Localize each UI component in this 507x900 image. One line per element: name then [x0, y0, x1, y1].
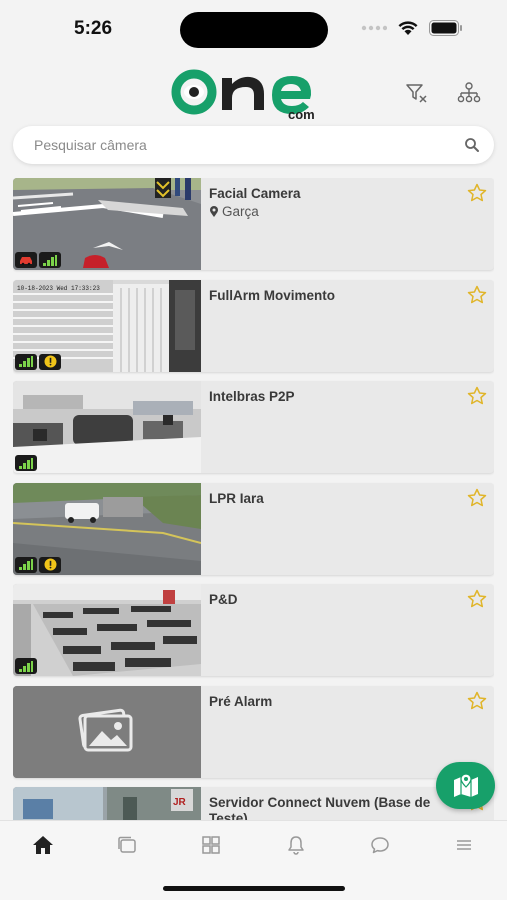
lab-scene-image — [13, 584, 201, 676]
camera-name: Facial Camera — [209, 186, 301, 201]
camera-card[interactable]: Intelbras P2P — [13, 381, 494, 473]
filter-clear-icon — [406, 84, 427, 103]
bell-icon — [288, 836, 304, 855]
favorite-star-icon[interactable] — [467, 285, 487, 305]
map-fab-button[interactable] — [436, 762, 495, 809]
favorite-star-icon[interactable] — [467, 691, 487, 711]
camera-thumbnail[interactable] — [13, 482, 201, 575]
camera-info: P&D — [201, 584, 494, 676]
camera-name: LPR Iara — [209, 490, 264, 506]
camera-name: Pré Alarm — [209, 693, 273, 709]
badge-group — [15, 252, 61, 268]
app-header: com — [0, 62, 507, 122]
tab-cameras[interactable] — [112, 833, 142, 857]
tab-menu[interactable] — [449, 833, 479, 857]
home-icon — [33, 836, 53, 854]
signal-icon — [15, 455, 37, 471]
tab-mosaic[interactable] — [196, 833, 226, 857]
camera-thumbnail[interactable] — [13, 685, 201, 778]
camera-location: Garça — [209, 204, 486, 219]
clear-filter-button[interactable] — [404, 80, 430, 106]
tabs-icon — [118, 836, 136, 853]
car-icon — [15, 252, 37, 268]
camera-name: Intelbras P2P — [209, 389, 295, 404]
camera-info: Intelbras P2P — [201, 381, 494, 473]
favorite-star-icon[interactable] — [467, 183, 487, 203]
camera-card[interactable]: P&D — [13, 584, 494, 676]
search-icon[interactable] — [464, 137, 480, 153]
camera-info: FullArm Movimento — [201, 280, 494, 372]
signal-icon — [15, 658, 37, 674]
camera-thumbnail[interactable]: 10-18-2023 Wed 17:33:23 — [13, 279, 201, 372]
camera-info: LPR Iara — [201, 483, 494, 575]
camera-thumbnail[interactable] — [13, 584, 201, 676]
favorite-star-icon[interactable] — [467, 589, 487, 609]
signal-icon — [39, 252, 61, 268]
server-scene-image: JR — [13, 787, 201, 820]
camera-name: FullArm Movimento — [209, 287, 336, 303]
badge-group — [15, 658, 37, 674]
tab-home[interactable] — [28, 833, 58, 857]
search-input[interactable] — [34, 137, 464, 153]
dynamic-island — [180, 12, 328, 48]
tab-chat[interactable] — [365, 833, 395, 857]
status-icons — [361, 20, 463, 36]
location-pin-icon — [210, 205, 218, 217]
onecom-logo: com — [171, 69, 315, 120]
cellular-icon — [361, 25, 387, 31]
camera-card[interactable]: Facial Camera Garça — [13, 178, 494, 270]
grid-icon — [202, 836, 220, 854]
camera-card[interactable]: Pré Alarm — [13, 685, 494, 778]
image-placeholder-icon — [13, 685, 201, 778]
search-bar[interactable] — [13, 126, 494, 164]
logo-sub: com — [288, 107, 315, 120]
badge-group — [15, 353, 61, 370]
svg-text:JR: JR — [173, 797, 187, 808]
favorite-star-icon[interactable] — [467, 386, 487, 406]
camera-thumbnail[interactable] — [13, 178, 201, 270]
camera-info: Facial Camera Garça — [201, 178, 494, 270]
camera-card[interactable]: 10-18-2023 Wed 17:33:23 FullArm Moviment… — [13, 279, 494, 372]
office-scene-image — [13, 381, 201, 473]
menu-icon — [457, 840, 471, 850]
warning-icon — [39, 353, 61, 370]
hierarchy-button[interactable] — [456, 80, 482, 106]
warning-icon — [39, 556, 61, 573]
camera-thumbnail[interactable] — [13, 381, 201, 473]
signal-icon — [15, 353, 37, 370]
camera-location-text: Garça — [222, 204, 259, 219]
signal-icon — [15, 556, 37, 573]
tab-notifications[interactable] — [281, 833, 311, 857]
camera-name: P&D — [209, 592, 238, 607]
status-time: 5:26 — [74, 18, 113, 39]
map-icon — [453, 772, 478, 797]
badge-group — [15, 455, 37, 471]
chat-icon — [371, 837, 389, 854]
wifi-icon — [398, 21, 418, 35]
battery-icon — [429, 20, 462, 36]
hierarchy-icon — [457, 82, 481, 103]
status-bar: 5:26 — [0, 0, 507, 58]
badge-group — [15, 556, 61, 573]
video-timestamp: 10-18-2023 Wed 17:33:23 — [17, 285, 100, 292]
camera-thumbnail[interactable]: JR — [13, 787, 201, 820]
camera-card[interactable]: JR Servidor Connect Nuvem (Base de Teste… — [13, 787, 494, 820]
camera-card[interactable]: LPR Iara — [13, 482, 494, 575]
favorite-star-icon[interactable] — [467, 488, 487, 508]
home-indicator — [163, 886, 345, 891]
camera-list[interactable]: Facial Camera Garça 10-18-2023 Wed 17:33… — [13, 178, 494, 820]
